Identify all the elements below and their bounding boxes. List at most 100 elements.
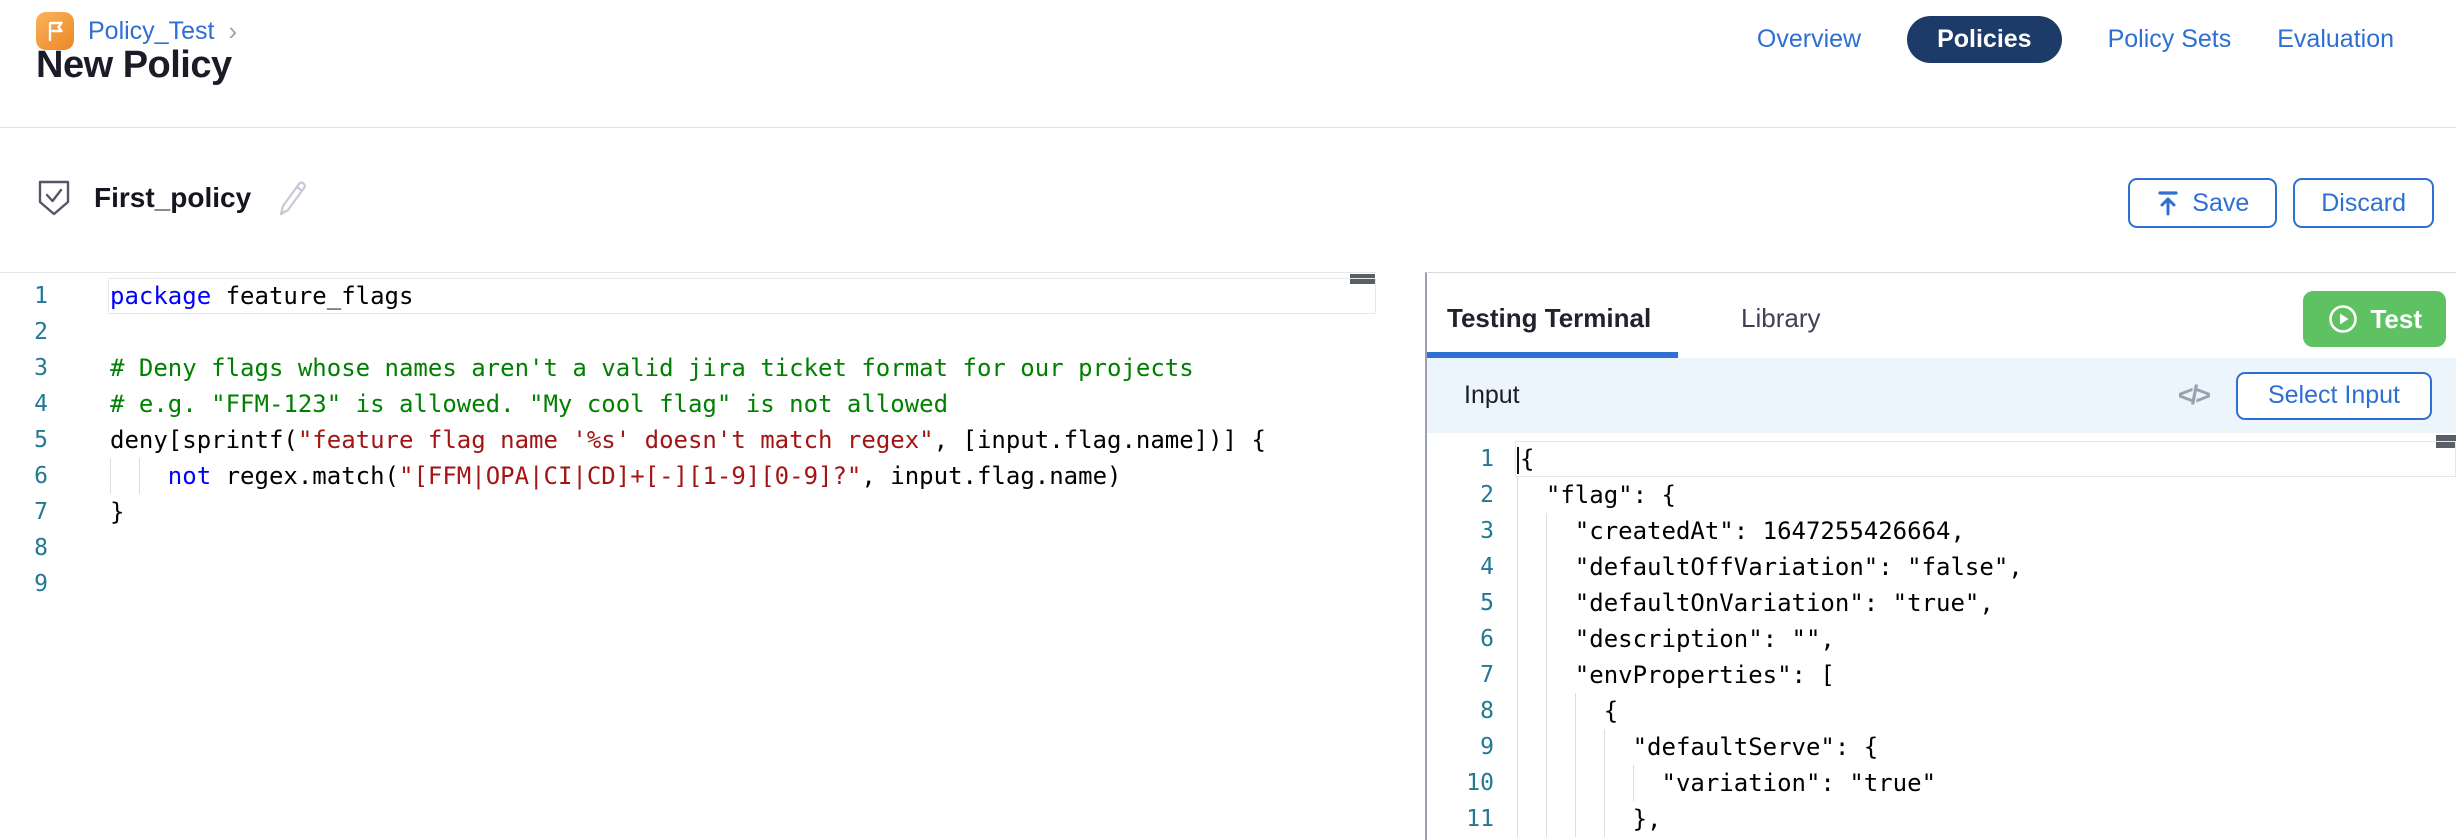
code-line[interactable]: 3 # Deny flags whose names aren't a valid… [0, 350, 1376, 386]
indent-guide [1517, 621, 1518, 657]
code-line[interactable]: 8 { [1427, 693, 2456, 729]
code-line[interactable]: 3 "createdAt": 1647255426664, [1427, 513, 2456, 549]
code-content: # e.g. "FFM-123" is allowed. "My cool fl… [108, 386, 1376, 422]
code-content: "defaultOffVariation": "false", [1515, 549, 2456, 585]
page-title: New Policy [36, 44, 232, 87]
indent-guide [1575, 765, 1576, 801]
line-number: 8 [1427, 693, 1494, 729]
indent-guide [1546, 513, 1547, 549]
line-number: 2 [0, 314, 48, 350]
code-line[interactable]: 8 [0, 530, 1376, 566]
code-content: } [108, 494, 1376, 530]
indent-guide [110, 458, 111, 494]
policy-code-editor[interactable]: 1package feature_flags23 # Deny flags who… [0, 272, 1376, 840]
nav-tab-policy-sets[interactable]: Policy Sets [2108, 25, 2232, 54]
code-line[interactable]: 4 "defaultOffVariation": "false", [1427, 549, 2456, 585]
indent-guide [1604, 801, 1605, 837]
policy-name: First_policy [94, 182, 251, 214]
test-button[interactable]: Test [2303, 291, 2446, 347]
indent-guide [1546, 729, 1547, 765]
indent-guide [1575, 729, 1576, 765]
indent-guide [1546, 549, 1547, 585]
action-buttons: Save Discard [2128, 178, 2434, 228]
code-line[interactable]: 2 "flag": { [1427, 477, 2456, 513]
save-button-label: Save [2192, 189, 2249, 218]
code-line[interactable]: 11 }, [1427, 801, 2456, 837]
indent-guide [1546, 801, 1547, 837]
line-number: 3 [1427, 513, 1494, 549]
indent-guide [1517, 693, 1518, 729]
code-line[interactable]: 7 "envProperties": [ [1427, 657, 2456, 693]
upload-icon [2156, 189, 2180, 217]
line-number: 8 [0, 530, 48, 566]
code-content: deny[sprintf("feature flag name '%s' doe… [108, 422, 1376, 458]
nav-tab-overview[interactable]: Overview [1757, 25, 1861, 54]
code-line[interactable]: 7} [0, 494, 1376, 530]
tab-library[interactable]: Library [1741, 303, 1820, 334]
code-line[interactable]: 1package feature_flags [0, 278, 1376, 314]
line-number: 4 [0, 386, 48, 422]
code-line[interactable]: 9 [0, 566, 1376, 602]
code-line[interactable]: 1{ [1427, 441, 2456, 477]
code-content: "createdAt": 1647255426664, [1515, 513, 2456, 549]
test-button-label: Test [2370, 304, 2422, 335]
code-content [108, 530, 1376, 566]
code-line[interactable]: 4 # e.g. "FFM-123" is allowed. "My cool f… [0, 386, 1376, 422]
code-brackets-icon[interactable]: </> [2178, 380, 2208, 411]
code-content: "envProperties": [ [1515, 657, 2456, 693]
line-number: 5 [1427, 585, 1494, 621]
code-line[interactable]: 6 "description": "", [1427, 621, 2456, 657]
code-line[interactable]: 6 not regex.match("[FFM|OPA|CI|CD]+[-][1… [0, 458, 1376, 494]
code-content: "defaultOnVariation": "true", [1515, 585, 2456, 621]
discard-button-label: Discard [2321, 189, 2406, 218]
indent-guide [1604, 765, 1605, 801]
header-divider [0, 127, 2456, 128]
line-number: 9 [1427, 729, 1494, 765]
policy-editor-app: Policy_Test › New Policy OverviewPolicie… [0, 0, 2456, 840]
indent-guide [1546, 693, 1547, 729]
indent-guide [139, 458, 140, 494]
code-content: { [1515, 441, 2456, 477]
nav-tab-policies[interactable]: Policies [1907, 16, 2062, 63]
indent-guide [1546, 657, 1547, 693]
code-line[interactable]: 5deny[sprintf("feature flag name '%s' do… [0, 422, 1376, 458]
line-number: 7 [1427, 657, 1494, 693]
code-line[interactable]: 5 "defaultOnVariation": "true", [1427, 585, 2456, 621]
edit-pencil-icon[interactable] [273, 178, 309, 218]
line-number: 3 [0, 350, 48, 386]
code-content: }, [1515, 801, 2456, 837]
code-content: package feature_flags [108, 278, 1376, 314]
code-content: not regex.match("[FFM|OPA|CI|CD]+[-][1-9… [108, 458, 1376, 494]
indent-guide [1517, 801, 1518, 837]
code-line[interactable]: 10 "variation": "true" [1427, 765, 2456, 801]
indent-guide [1517, 513, 1518, 549]
line-number: 11 [1427, 801, 1494, 837]
code-content [108, 314, 1376, 350]
top-nav: Overview Policies Policy Sets Evaluation [1757, 16, 2394, 62]
save-button[interactable]: Save [2128, 178, 2277, 228]
line-number: 1 [1427, 441, 1494, 477]
code-line[interactable]: 2 [0, 314, 1376, 350]
line-number: 9 [0, 566, 48, 602]
indent-guide [1517, 657, 1518, 693]
testing-panel: Testing Terminal Library Test Input </> … [1425, 272, 2456, 840]
terminal-tabbar: Testing Terminal Library Test [1427, 273, 2456, 358]
line-number: 7 [0, 494, 48, 530]
tab-testing-terminal[interactable]: Testing Terminal [1447, 303, 1651, 334]
code-content: "defaultServe": { [1515, 729, 2456, 765]
input-json-editor[interactable]: 1{2 "flag": {3 "createdAt": 164725542666… [1427, 433, 2456, 840]
code-content: # Deny flags whose names aren't a valid … [108, 350, 1376, 386]
discard-button[interactable]: Discard [2293, 178, 2434, 228]
code-content [108, 566, 1376, 602]
code-line[interactable]: 9 "defaultServe": { [1427, 729, 2456, 765]
input-actions: </> Select Input [2178, 372, 2432, 420]
select-input-button[interactable]: Select Input [2236, 372, 2432, 420]
nav-tab-evaluation[interactable]: Evaluation [2277, 25, 2394, 54]
text-cursor [1517, 447, 1519, 474]
indent-guide [1575, 693, 1576, 729]
select-input-label: Select Input [2268, 381, 2400, 410]
line-number: 4 [1427, 549, 1494, 585]
breadcrumb-project-link[interactable]: Policy_Test [88, 17, 214, 46]
indent-guide [1546, 585, 1547, 621]
indent-guide [1546, 621, 1547, 657]
